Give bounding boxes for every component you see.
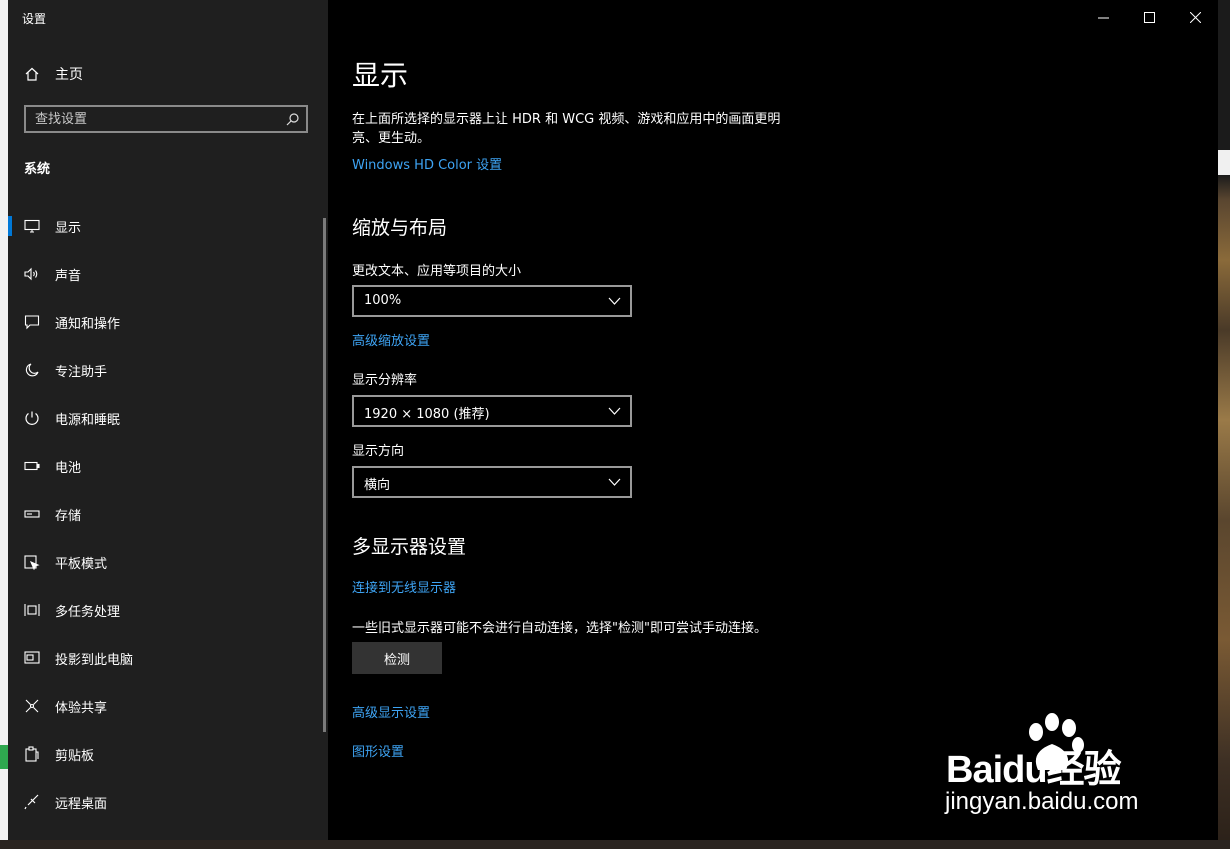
sidebar-item-label: 多任务处理 xyxy=(55,605,121,620)
search-box[interactable] xyxy=(24,105,308,133)
sidebar-item-sound[interactable]: 声音 xyxy=(8,250,324,298)
sidebar-scrollbar[interactable] xyxy=(323,218,326,732)
monitor-icon xyxy=(24,219,40,233)
sidebar-item-display[interactable]: 显示 xyxy=(8,202,324,250)
baidu-watermark: Baidu经验 jingyan.baidu.com xyxy=(940,712,1170,832)
app-title: 设置 xyxy=(22,12,47,26)
share-icon xyxy=(25,699,39,713)
sidebar-item-clipboard[interactable]: 剪贴板 xyxy=(8,730,324,778)
chevron-down-icon xyxy=(608,297,621,305)
connect-wireless-display-link[interactable]: 连接到无线显示器 xyxy=(352,577,456,596)
sidebar-item-storage[interactable]: 存储 xyxy=(8,490,324,538)
detect-button[interactable]: 检测 xyxy=(352,642,442,674)
scale-label: 更改文本、应用等项目的大小 xyxy=(352,264,522,279)
sidebar-item-label: 投影到此电脑 xyxy=(55,653,134,668)
home-label: 主页 xyxy=(55,67,83,83)
nav-list: 显示 声音 通知和操作 专注助手 电源和睡眠 电池 存储 平板模式 多任务处理 … xyxy=(8,202,324,826)
notification-icon xyxy=(24,315,40,330)
sidebar-item-notifications[interactable]: 通知和操作 xyxy=(8,298,324,346)
sidebar-item-multitasking[interactable]: 多任务处理 xyxy=(8,586,324,634)
watermark-url: jingyan.baidu.com xyxy=(945,788,1139,815)
power-icon xyxy=(25,411,39,425)
sidebar-item-label: 剪贴板 xyxy=(55,749,95,764)
remote-desktop-icon xyxy=(24,794,39,810)
close-icon xyxy=(1189,11,1201,23)
page-title: 显示 xyxy=(352,59,409,92)
resolution-dropdown[interactable]: 1920 × 1080 (推荐) xyxy=(352,395,632,427)
home-nav[interactable]: 主页 xyxy=(24,62,83,86)
orientation-value: 横向 xyxy=(364,478,391,493)
tablet-mode-icon xyxy=(24,555,40,570)
sidebar-item-label: 声音 xyxy=(55,269,82,284)
section-heading: 系统 xyxy=(24,162,51,177)
sidebar-item-tablet-mode[interactable]: 平板模式 xyxy=(8,538,324,586)
search-icon[interactable] xyxy=(286,113,299,126)
active-indicator xyxy=(8,216,12,236)
hd-color-settings-link[interactable]: Windows HD Color 设置 xyxy=(352,154,502,173)
sidebar-item-label: 远程桌面 xyxy=(55,797,108,812)
search-input[interactable] xyxy=(26,110,287,128)
advanced-scaling-link[interactable]: 高级缩放设置 xyxy=(352,330,430,349)
sidebar-item-shared-experiences[interactable]: 体验共享 xyxy=(8,682,324,730)
scale-layout-heading: 缩放与布局 xyxy=(352,217,448,239)
chevron-down-icon xyxy=(608,407,621,415)
sidebar-item-label: 电池 xyxy=(55,461,82,476)
background-window-edge xyxy=(0,0,8,849)
orientation-dropdown[interactable]: 横向 xyxy=(352,466,632,498)
moon-icon xyxy=(25,363,39,377)
home-icon xyxy=(25,67,39,81)
storage-icon xyxy=(24,510,40,518)
scale-value: 100% xyxy=(364,293,402,308)
minimize-button[interactable] xyxy=(1080,0,1126,34)
watermark-brand: Baidu经验 xyxy=(946,749,1122,791)
sidebar-item-label: 显示 xyxy=(55,221,82,236)
sidebar-item-label: 平板模式 xyxy=(55,557,108,572)
sidebar-item-label: 存储 xyxy=(55,509,82,524)
sidebar-item-project-to-pc[interactable]: 投影到此电脑 xyxy=(8,634,324,682)
advanced-display-settings-link[interactable]: 高级显示设置 xyxy=(352,702,430,721)
close-button[interactable] xyxy=(1172,0,1218,34)
sidebar-item-label: 体验共享 xyxy=(55,701,108,716)
multi-display-heading: 多显示器设置 xyxy=(352,536,467,558)
clipboard-icon xyxy=(25,746,39,762)
sidebar-item-label: 通知和操作 xyxy=(55,317,121,332)
desktop-background xyxy=(1218,0,1230,849)
sidebar-item-power-sleep[interactable]: 电源和睡眠 xyxy=(8,394,324,442)
hdr-description: 在上面所选择的显示器上让 HDR 和 WCG 视频、游戏和应用中的画面更明亮、更… xyxy=(352,112,781,146)
sidebar: 设置 主页 系统 显示 声音 xyxy=(8,0,328,840)
graphics-settings-link[interactable]: 图形设置 xyxy=(352,741,404,760)
sidebar-item-label: 专注助手 xyxy=(55,365,108,380)
maximize-icon xyxy=(1143,11,1155,23)
resolution-label: 显示分辨率 xyxy=(352,373,418,388)
battery-icon xyxy=(24,461,40,471)
sidebar-item-remote-desktop[interactable]: 远程桌面 xyxy=(8,778,324,826)
resolution-value: 1920 × 1080 (推荐) xyxy=(364,407,490,422)
chevron-down-icon xyxy=(608,478,621,486)
scale-dropdown[interactable]: 100% xyxy=(352,285,632,317)
minimize-icon xyxy=(1097,17,1109,18)
sidebar-item-label: 电源和睡眠 xyxy=(55,413,121,428)
detect-description: 一些旧式显示器可能不会进行自动连接，选择"检测"即可尝试手动连接。 xyxy=(352,621,767,636)
speaker-icon xyxy=(24,267,38,281)
sidebar-item-battery[interactable]: 电池 xyxy=(8,442,324,490)
orientation-label: 显示方向 xyxy=(352,444,405,459)
sidebar-item-focus-assist[interactable]: 专注助手 xyxy=(8,346,324,394)
taskbar-edge xyxy=(0,840,1230,849)
multitask-icon xyxy=(24,604,40,616)
project-icon xyxy=(24,651,40,664)
maximize-button[interactable] xyxy=(1126,0,1172,34)
